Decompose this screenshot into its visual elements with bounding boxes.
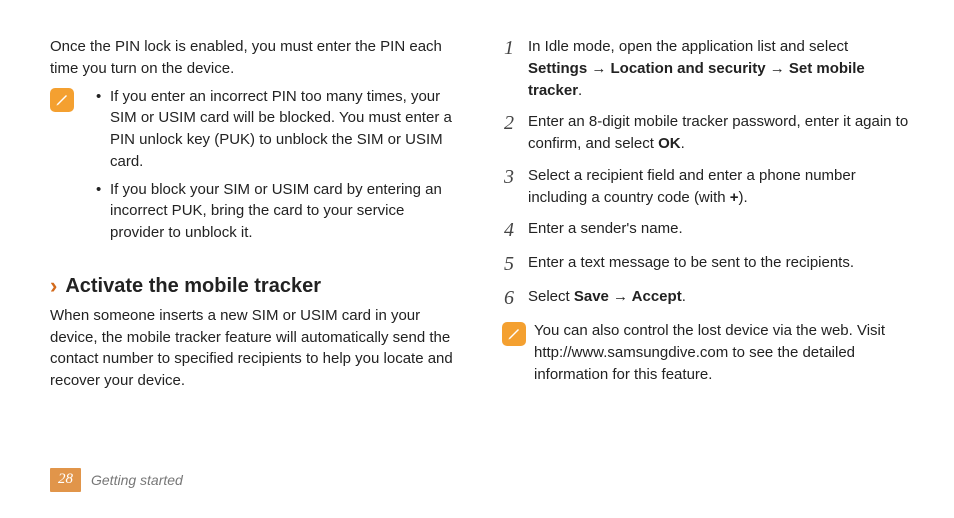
step-post: . (682, 288, 686, 305)
note-bullet-list: If you enter an incorrect PIN too many t… (82, 86, 458, 250)
step-number: 3 (502, 165, 516, 209)
step-number: 1 (502, 36, 516, 101)
list-item: If you block your SIM or USIM card by en… (96, 179, 458, 244)
chevron-right-icon: › (50, 275, 57, 297)
step-text: Enter a sender's name. (528, 220, 683, 237)
step-text: Enter a text message to be sent to the r… (528, 254, 854, 271)
intro-paragraph: Once the PIN lock is enabled, you must e… (50, 36, 458, 80)
step-row: 4 Enter a sender's name. (502, 218, 910, 242)
step-text: Select (528, 288, 574, 305)
step-number: 6 (502, 286, 516, 310)
step-body: Select a recipient field and enter a pho… (528, 165, 910, 209)
page-footer: 28 Getting started (50, 468, 183, 492)
step-text: Enter an 8-digit mobile tracker password… (528, 113, 908, 152)
heading-paragraph: When someone inserts a new SIM or USIM c… (50, 305, 458, 392)
left-column: Once the PIN lock is enabled, you must e… (50, 36, 458, 398)
note-icon (50, 88, 74, 112)
right-column: 1 In Idle mode, open the application lis… (502, 36, 910, 398)
step-row: 5 Enter a text message to be sent to the… (502, 252, 910, 276)
step-row: 2 Enter an 8-digit mobile tracker passwo… (502, 111, 910, 155)
step-body: Enter a sender's name. (528, 218, 910, 242)
step-post: ). (739, 189, 748, 206)
step-body: Enter a text message to be sent to the r… (528, 252, 910, 276)
step-number: 5 (502, 252, 516, 276)
step-body: Enter an 8-digit mobile tracker password… (528, 111, 910, 155)
note-text: You can also control the lost device via… (534, 320, 910, 385)
step-bold: Save → Accept (574, 288, 682, 305)
page-number: 28 (50, 468, 81, 492)
footer-section-name: Getting started (91, 470, 183, 490)
step-bold: OK (658, 135, 681, 152)
step-post: . (681, 135, 685, 152)
step-body: Select Save → Accept. (528, 286, 910, 310)
step-row: 3 Select a recipient field and enter a p… (502, 165, 910, 209)
step-body: In Idle mode, open the application list … (528, 36, 910, 101)
page-content: Once the PIN lock is enabled, you must e… (0, 0, 954, 398)
step-number: 2 (502, 111, 516, 155)
step-row: 6 Select Save → Accept. (502, 286, 910, 310)
step-number: 4 (502, 218, 516, 242)
step-bold: + (730, 189, 739, 206)
list-item: If you enter an incorrect PIN too many t… (96, 86, 458, 173)
step-post: . (578, 82, 582, 99)
note-icon (502, 322, 526, 346)
note-block-left: If you enter an incorrect PIN too many t… (50, 86, 458, 250)
step-text: Select a recipient field and enter a pho… (528, 167, 856, 206)
note-block-right: You can also control the lost device via… (502, 320, 910, 385)
section-heading: › Activate the mobile tracker (50, 272, 458, 301)
step-text: In Idle mode, open the application list … (528, 38, 848, 55)
heading-text: Activate the mobile tracker (65, 272, 321, 301)
step-row: 1 In Idle mode, open the application lis… (502, 36, 910, 101)
